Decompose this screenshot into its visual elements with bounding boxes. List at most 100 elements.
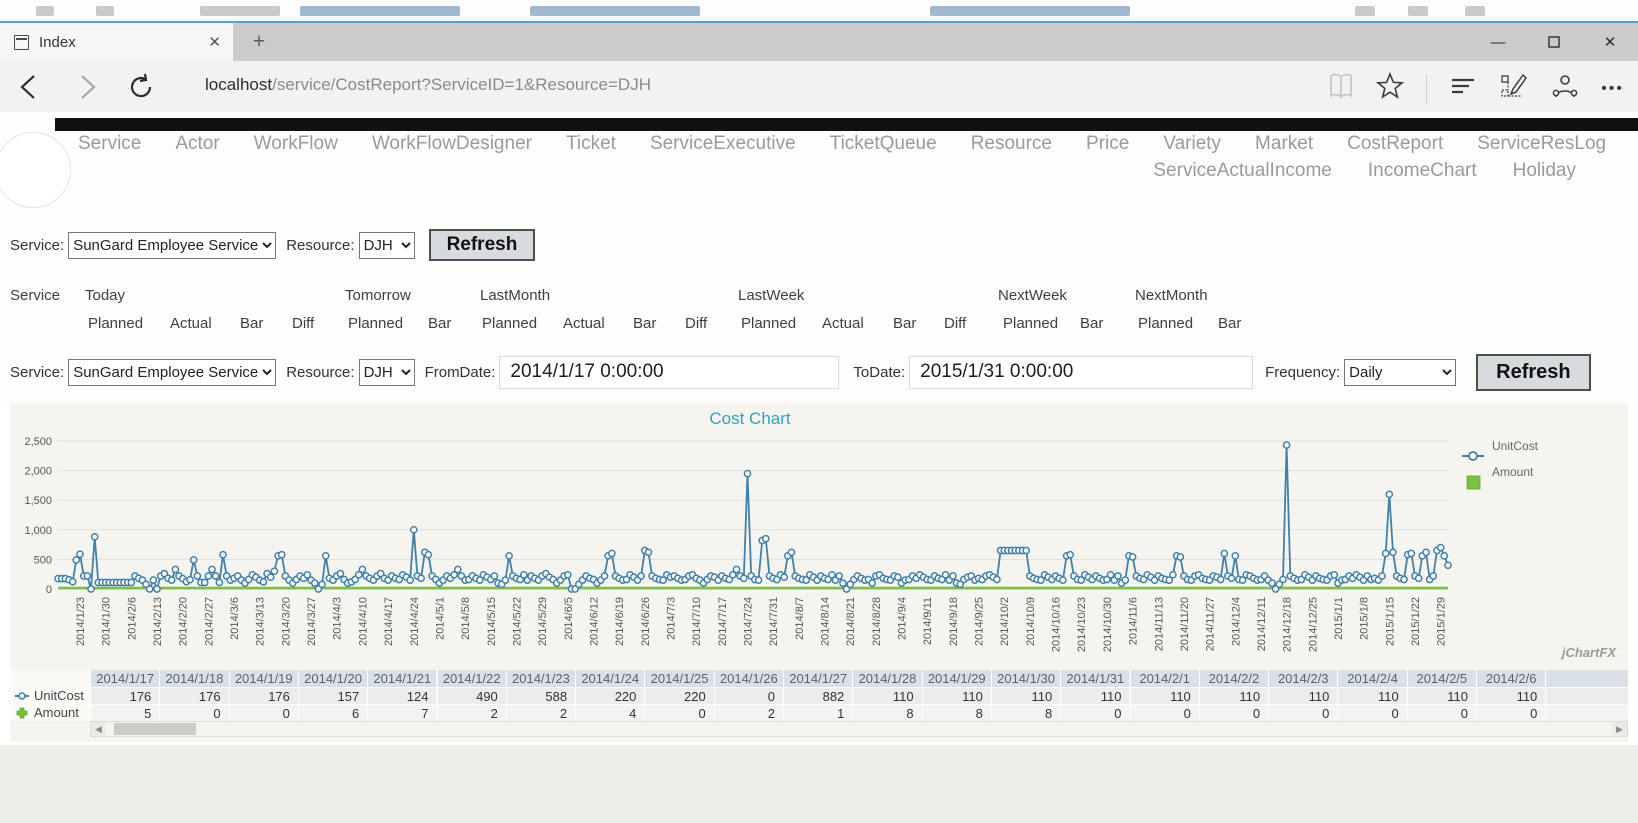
bg-note-icon bbox=[1408, 6, 1428, 16]
x-tick-label: 2014/10/23 bbox=[1076, 597, 1088, 652]
unitcost-point bbox=[763, 536, 769, 542]
unitcost-point bbox=[425, 552, 431, 558]
close-button[interactable]: ✕ bbox=[1582, 23, 1638, 61]
table-value-cell: 5 bbox=[90, 704, 159, 721]
favorites-star-icon[interactable] bbox=[1376, 71, 1404, 106]
unitcost-point bbox=[755, 577, 761, 583]
nav-item-resource[interactable]: Resource bbox=[971, 133, 1052, 155]
fromdate-input[interactable] bbox=[499, 356, 839, 389]
unitcost-point bbox=[202, 579, 208, 585]
x-tick-label: 2014/8/7 bbox=[794, 597, 806, 640]
scroll-right-arrow[interactable]: ▶ bbox=[1612, 722, 1627, 736]
scroll-thumb[interactable] bbox=[114, 723, 196, 735]
nav-item-holiday[interactable]: Holiday bbox=[1513, 160, 1576, 182]
unitcost-point bbox=[491, 573, 497, 579]
nav-item-incomechart[interactable]: IncomeChart bbox=[1368, 160, 1477, 182]
todate-input[interactable] bbox=[909, 356, 1253, 389]
maximize-button[interactable] bbox=[1526, 23, 1582, 61]
unitcost-point bbox=[1416, 575, 1422, 581]
refresh-summary-button[interactable]: Refresh bbox=[429, 229, 536, 261]
resource-select[interactable]: DJH bbox=[359, 232, 415, 259]
y-tick-label: 500 bbox=[34, 554, 52, 566]
unitcost-point bbox=[128, 579, 134, 585]
refresh-chart-button[interactable]: Refresh bbox=[1476, 354, 1590, 391]
summary-col-today-actual: Actual bbox=[170, 315, 212, 332]
x-tick-label: 2014/2/6 bbox=[126, 597, 138, 640]
scroll-left-arrow[interactable]: ◀ bbox=[91, 722, 106, 736]
tab-close-icon[interactable]: ✕ bbox=[208, 33, 221, 51]
table-value-stub bbox=[1545, 687, 1628, 704]
x-tick-label: 2014/9/4 bbox=[897, 597, 909, 640]
minimize-button[interactable]: — bbox=[1470, 23, 1526, 61]
table-date-header: 2014/1/23 bbox=[506, 670, 575, 687]
unitcost-point bbox=[323, 553, 329, 559]
nav-item-serviceactualincome[interactable]: ServiceActualIncome bbox=[1153, 160, 1331, 182]
unitcost-point bbox=[1379, 573, 1385, 579]
table-row-name: Amount bbox=[34, 704, 79, 721]
nav-item-service[interactable]: Service bbox=[78, 133, 141, 155]
service-select[interactable]: SunGard Employee Service bbox=[68, 232, 276, 259]
address-bar[interactable]: localhost/service/CostReport?ServiceID=1… bbox=[205, 75, 651, 95]
unitcost-point bbox=[1386, 491, 1392, 497]
summary-col-tomorrow-planned: Planned bbox=[348, 315, 403, 332]
unitcost-point bbox=[213, 573, 219, 579]
summary-col-lastmonth-actual: Actual bbox=[563, 315, 605, 332]
tab-index[interactable]: Index ✕ bbox=[0, 23, 233, 61]
nav-item-actor[interactable]: Actor bbox=[175, 133, 219, 155]
nav-item-workflow[interactable]: WorkFlow bbox=[254, 133, 338, 155]
nav-item-ticket[interactable]: Ticket bbox=[566, 133, 616, 155]
service-select2[interactable]: SunGard Employee Service bbox=[68, 359, 276, 386]
resource-select2[interactable]: DJH bbox=[359, 359, 415, 386]
table-scrollbar[interactable]: ◀ ▶ bbox=[90, 721, 1628, 737]
unitcost-point bbox=[895, 574, 901, 580]
nav-item-variety[interactable]: Variety bbox=[1163, 133, 1221, 155]
x-tick-label: 2014/7/31 bbox=[768, 597, 780, 646]
bg-share-icon bbox=[1465, 6, 1485, 16]
frequency-select[interactable]: Daily bbox=[1344, 359, 1456, 386]
x-tick-label: 2014/11/6 bbox=[1128, 597, 1140, 645]
new-tab-button[interactable]: + bbox=[246, 29, 272, 55]
unitcost-point bbox=[1023, 547, 1029, 553]
summary-col-nextweek-planned: Planned bbox=[1003, 315, 1058, 332]
unitcost-point bbox=[92, 534, 98, 540]
hub-icon[interactable] bbox=[1449, 71, 1477, 106]
scroll-track[interactable] bbox=[106, 722, 1612, 736]
nav-item-workflowdesigner[interactable]: WorkFlowDesigner bbox=[372, 133, 532, 155]
table-row-name: UnitCost bbox=[34, 687, 84, 704]
unitcost-point bbox=[1130, 554, 1136, 560]
unitcost-point bbox=[70, 579, 76, 585]
nav-item-ticketqueue[interactable]: TicketQueue bbox=[830, 133, 937, 155]
page-bottom-area bbox=[0, 745, 1638, 823]
nav-item-serviceexecutive[interactable]: ServiceExecutive bbox=[650, 133, 796, 155]
nav-item-costreport[interactable]: CostReport bbox=[1347, 133, 1443, 155]
unitcost-point bbox=[150, 577, 156, 583]
back-button[interactable] bbox=[14, 71, 46, 103]
share-icon[interactable] bbox=[1551, 71, 1579, 106]
table-date-header: 2014/1/17 bbox=[90, 670, 159, 687]
table-value-cell: 110 bbox=[922, 687, 991, 704]
table-value-cell: 0 bbox=[1060, 704, 1129, 721]
unitcost-point bbox=[638, 573, 644, 579]
table-value-cell: 176 bbox=[159, 687, 228, 704]
refresh-button[interactable] bbox=[126, 71, 158, 103]
x-tick-label: 2014/4/3 bbox=[332, 597, 344, 640]
unitcost-point bbox=[88, 586, 94, 592]
toolbar-separator bbox=[1426, 74, 1427, 104]
forward-button[interactable] bbox=[70, 71, 102, 103]
web-note-icon[interactable] bbox=[1499, 71, 1529, 106]
nav-item-market[interactable]: Market bbox=[1255, 133, 1313, 155]
bg-url-text4 bbox=[930, 6, 1130, 16]
more-actions-icon[interactable]: ••• bbox=[1601, 80, 1624, 98]
table-date-header: 2014/1/26 bbox=[714, 670, 783, 687]
nav-item-servicereslog[interactable]: ServiceResLog bbox=[1477, 133, 1606, 155]
table-date-header: 2014/2/3 bbox=[1268, 670, 1337, 687]
table-value-cell: 110 bbox=[1130, 687, 1199, 704]
titlebar[interactable]: Index ✕ + — ✕ bbox=[0, 23, 1638, 61]
y-tick-label: 2,500 bbox=[24, 436, 52, 448]
reading-view-icon[interactable] bbox=[1328, 71, 1354, 106]
nav-item-price[interactable]: Price bbox=[1086, 133, 1129, 155]
x-tick-label: 2014/5/22 bbox=[511, 597, 523, 646]
unitcost-point bbox=[1122, 577, 1128, 583]
summary-header-table: ServiceTodayPlannedActualBarDiffTomorrow… bbox=[0, 277, 1638, 347]
x-tick-label: 2014/8/21 bbox=[845, 597, 857, 646]
